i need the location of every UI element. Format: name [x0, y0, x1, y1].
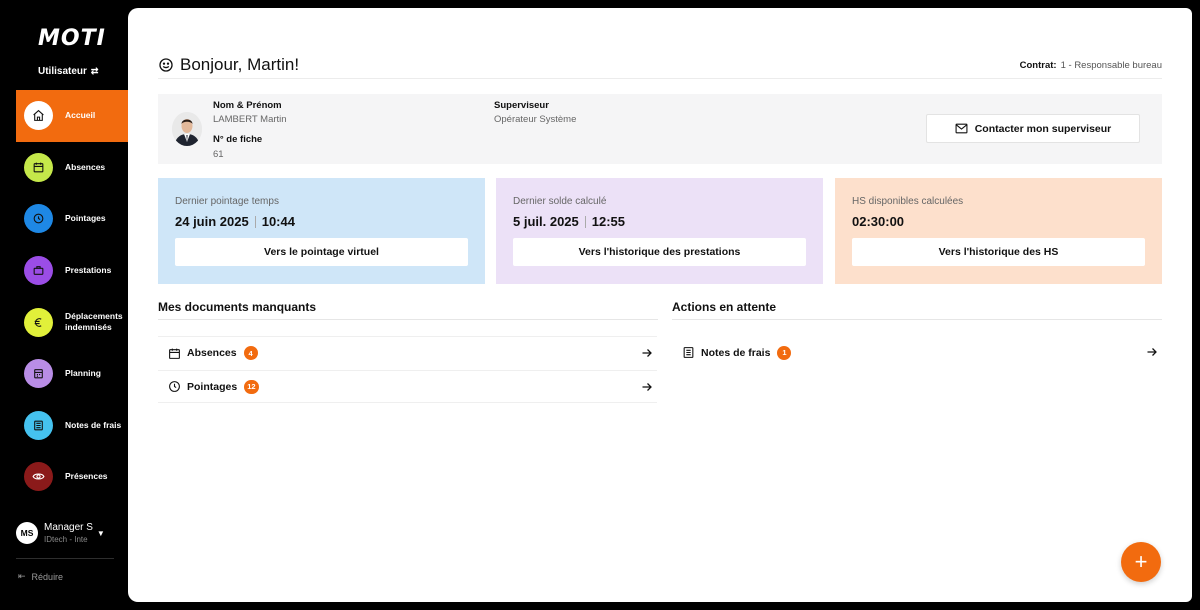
- clock-icon: [24, 204, 53, 234]
- sidebar-item-absences[interactable]: Absences: [16, 142, 128, 194]
- sidebar-item-label: Notes de frais: [65, 419, 122, 430]
- planning-icon: [24, 359, 53, 389]
- pending-actions-title: Actions en attente: [672, 300, 777, 314]
- arrow-right-icon: [642, 383, 652, 391]
- sidebar-item-planning[interactable]: Planning: [16, 348, 128, 400]
- header-divider: [158, 78, 1162, 79]
- arrow-right-icon: [642, 349, 652, 357]
- contact-supervisor-label: Contacter mon superviseur: [974, 122, 1112, 135]
- sidebar-item-label: Prestations: [65, 265, 112, 276]
- card-value: 24 juin 2025 10:44: [175, 214, 295, 229]
- list-item-label: Notes de frais: [701, 346, 771, 359]
- role-switcher[interactable]: Utilisateur ⇄: [38, 66, 98, 77]
- file-number-label: N° de fiche: [213, 134, 263, 145]
- last-balance-card: Dernier solde calculé 5 juil. 2025 12:55 …: [496, 178, 823, 284]
- eye-icon: [24, 462, 53, 492]
- calendar-icon: [24, 152, 53, 182]
- overtime-available-card: HS disponibles calculées 02:30:00 Vers l…: [835, 178, 1162, 284]
- collapse-icon: ⇤: [18, 571, 26, 581]
- count-badge: 12: [244, 379, 259, 394]
- virtual-punch-button[interactable]: Vers le pointage virtuel: [175, 238, 468, 266]
- list-item-label: Pointages: [187, 380, 238, 393]
- name-label: Nom & Prénom: [213, 100, 282, 111]
- receipt-icon: [24, 410, 53, 440]
- user-org: IDtech - Inte: [44, 535, 88, 544]
- section-divider: [672, 319, 1162, 320]
- profile-panel: Nom & Prénom LAMBERT Martin N° de fiche …: [158, 94, 1162, 164]
- card-title: Dernier pointage temps: [175, 196, 279, 207]
- last-time-punch-card: Dernier pointage temps 24 juin 2025 10:44…: [158, 178, 485, 284]
- list-item-absences[interactable]: Absences 4: [158, 336, 657, 369]
- greeting-text: Bonjour, Martin!: [180, 55, 300, 74]
- count-badge: 1: [777, 345, 792, 360]
- count-badge: 4: [243, 346, 258, 360]
- contract-value: 1 - Responsable bureau: [1060, 60, 1162, 71]
- user-name: Manager S: [44, 522, 93, 533]
- sidebar-item-label: Déplacements indemnisés: [65, 311, 123, 333]
- sidebar-item-pointages[interactable]: Pointages: [16, 193, 128, 245]
- sidebar-item-accueil[interactable]: Accueil: [16, 90, 128, 142]
- sidebar: MOTI Utilisateur ⇄ Accueil Absences Poin…: [0, 0, 128, 610]
- prestations-history-button[interactable]: Vers l'historique des prestations: [513, 238, 806, 266]
- list-item-label: Absences: [187, 347, 237, 359]
- card-value: 5 juil. 2025 12:55: [513, 214, 625, 229]
- card-date: 24 juin 2025: [175, 214, 249, 229]
- clock-icon: [169, 381, 180, 392]
- contract-label: Contrat:: [1019, 60, 1057, 71]
- name-value: LAMBERT Martin: [213, 114, 287, 125]
- calendar-icon: [169, 348, 180, 359]
- sidebar-item-label: Pointages: [65, 213, 106, 224]
- list-item-pointages[interactable]: Pointages 12: [158, 370, 657, 403]
- card-value: 02:30:00: [852, 214, 905, 229]
- overtime-history-button[interactable]: Vers l'historique des HS: [852, 238, 1145, 266]
- avatar: MS: [16, 522, 38, 544]
- card-time: 12:55: [591, 214, 626, 229]
- sidebar-item-deplacements[interactable]: Déplacements indemnisés: [16, 296, 128, 348]
- sidebar-item-label: Absences: [65, 161, 106, 172]
- card-title: Dernier solde calculé: [513, 196, 607, 207]
- section-divider: [158, 319, 658, 320]
- receipt-icon: [683, 347, 694, 358]
- profile-photo: [172, 112, 202, 146]
- sidebar-item-label: Accueil: [65, 110, 96, 121]
- file-number-value: 61: [213, 149, 224, 160]
- user-menu[interactable]: MS Manager S IDtech - Inte ▼: [16, 522, 116, 544]
- supervisor-value: Opérateur Système: [494, 114, 577, 125]
- sidebar-item-prestations[interactable]: Prestations: [16, 245, 128, 297]
- card-date: 5 juil. 2025: [513, 214, 579, 229]
- supervisor-label: Superviseur: [494, 100, 549, 111]
- caret-down-icon: ▼: [96, 528, 105, 538]
- mail-icon: [955, 123, 968, 134]
- list-item-notes-de-frais[interactable]: Notes de frais 1: [672, 336, 1162, 369]
- page-title: Bonjour, Martin!: [158, 55, 299, 75]
- contact-supervisor-button[interactable]: Contacter mon superviseur: [926, 114, 1140, 143]
- sidebar-item-presences[interactable]: Présences: [16, 451, 128, 503]
- missing-documents-title: Mes documents manquants: [158, 300, 317, 314]
- sidebar-item-label: Présences: [65, 471, 108, 482]
- sidebar-item-notes-de-frais[interactable]: Notes de frais: [16, 400, 128, 452]
- reduce-sidebar-button[interactable]: ⇤ Réduire: [18, 571, 63, 582]
- briefcase-icon: [24, 256, 53, 286]
- sidebar-item-label: Planning: [65, 368, 101, 379]
- card-time: 10:44: [261, 214, 295, 229]
- contract-info: Contrat: 1 - Responsable bureau: [1020, 60, 1162, 71]
- smiley-icon: [159, 58, 173, 72]
- add-fab-button[interactable]: +: [1121, 542, 1161, 582]
- role-label: Utilisateur: [38, 66, 87, 77]
- sidebar-nav: Accueil Absences Pointages Prestations D…: [16, 90, 128, 503]
- moti-logo[interactable]: MOTI: [38, 26, 106, 51]
- sidebar-divider: [16, 558, 114, 559]
- home-icon: [24, 101, 53, 131]
- main-content: Bonjour, Martin! Contrat: 1 - Responsable…: [128, 8, 1192, 602]
- reduce-label: Réduire: [31, 571, 64, 582]
- swap-arrows-icon: ⇄: [90, 66, 99, 76]
- euro-icon: [24, 307, 53, 337]
- arrow-right-icon: [1147, 348, 1157, 356]
- card-title: HS disponibles calculées: [852, 196, 964, 207]
